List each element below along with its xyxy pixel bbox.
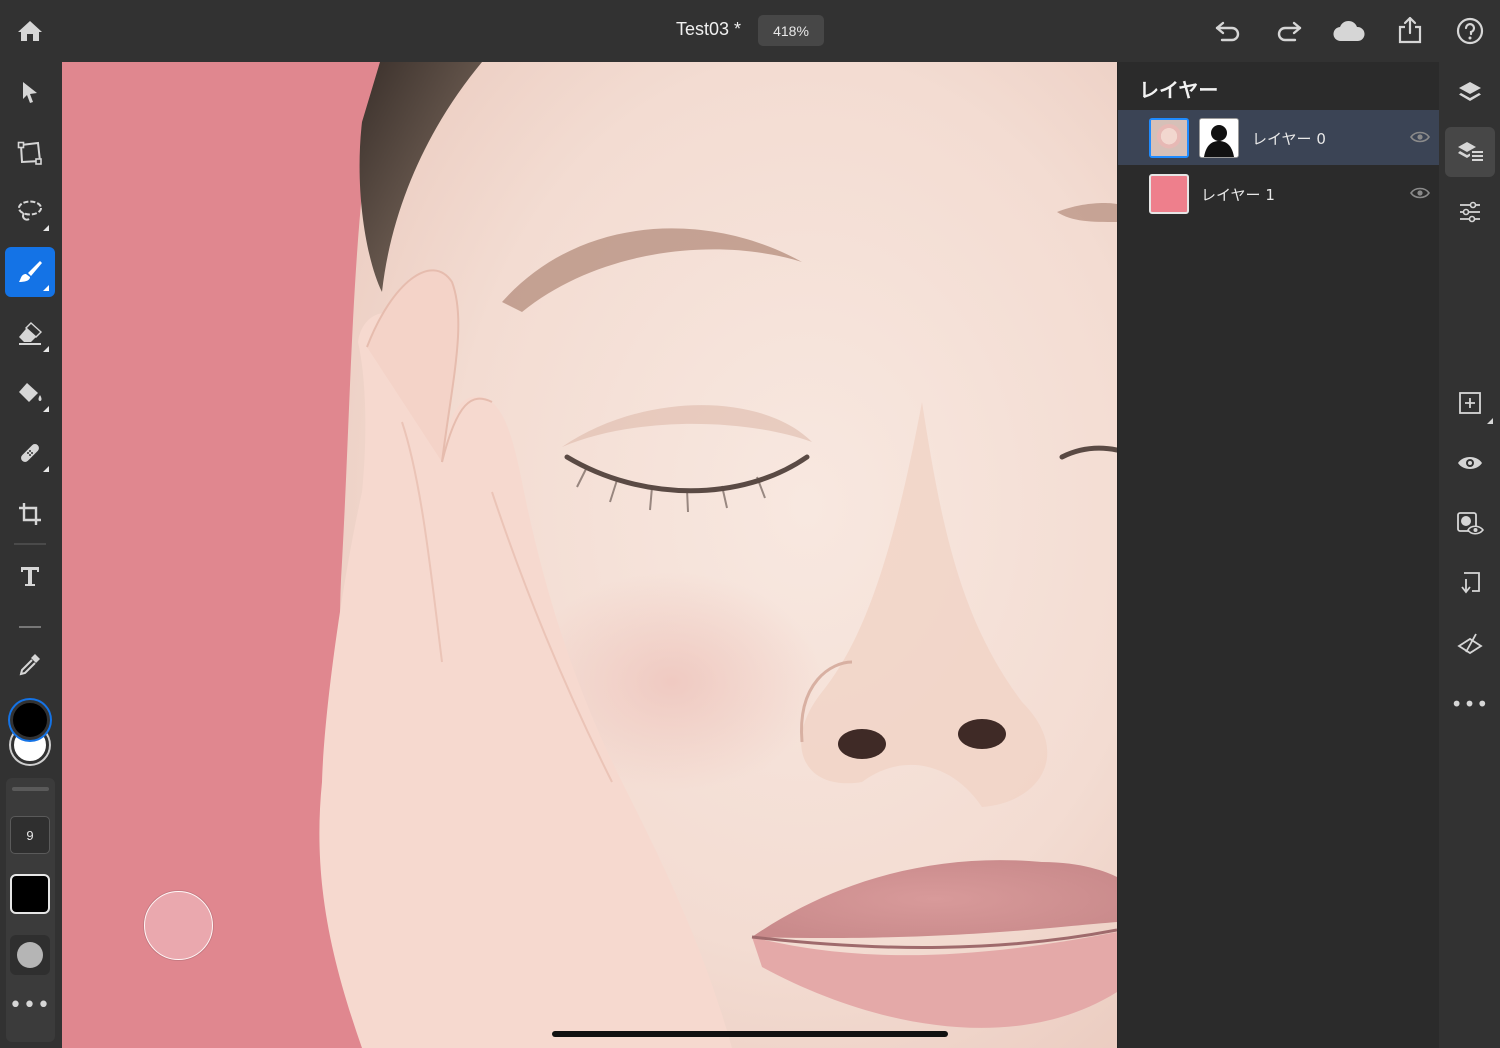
- cloud-icon[interactable]: [1331, 15, 1367, 47]
- zoom-level-badge[interactable]: 418%: [758, 15, 824, 46]
- layer-properties-button[interactable]: [1445, 127, 1495, 177]
- layer-1-thumbnail[interactable]: [1149, 174, 1189, 214]
- adjustments-button[interactable]: [1445, 187, 1495, 237]
- add-layer-button[interactable]: [1445, 378, 1495, 428]
- layer-row-0[interactable]: レイヤー 0: [1118, 110, 1440, 165]
- transform-tool[interactable]: [5, 128, 55, 178]
- tools-divider-partial: [19, 626, 41, 628]
- brush-settings-tray: 9 •••: [6, 778, 55, 1042]
- more-options-button[interactable]: •••: [1445, 679, 1495, 729]
- brush-cursor: [144, 891, 213, 960]
- brush-color-button[interactable]: [10, 874, 50, 914]
- layers-button[interactable]: [1445, 67, 1495, 117]
- layer-0-mask-thumbnail[interactable]: [1199, 118, 1239, 158]
- tray-handle[interactable]: [12, 787, 49, 791]
- eraser-icon: [19, 322, 43, 345]
- layer-0-name: レイヤー 0: [1252, 130, 1326, 148]
- paint-bucket-icon: [19, 383, 42, 402]
- brush-size-value: 9: [26, 827, 34, 843]
- more-icon: •••: [1450, 692, 1490, 716]
- photo-face-image: [319, 62, 1117, 1048]
- right-toolbar: •••: [1439, 62, 1500, 1048]
- visibility-button[interactable]: [1445, 438, 1495, 488]
- brush-hardness-icon: [17, 942, 43, 968]
- share-icon[interactable]: [1394, 13, 1426, 47]
- bandage-icon: [21, 444, 39, 462]
- brush-hardness-button[interactable]: [10, 935, 50, 975]
- arrow-icon: [23, 82, 37, 103]
- brush-tool[interactable]: [5, 247, 55, 297]
- lasso-icon: [18, 200, 42, 221]
- visibility-icon: [1458, 457, 1482, 469]
- document-title: Test03 *: [676, 19, 742, 39]
- fill-tool[interactable]: [5, 368, 55, 418]
- redo-icon[interactable]: [1273, 15, 1305, 47]
- more-tools-icon[interactable]: •••: [9, 990, 50, 1020]
- layer-1-name: レイヤー 1: [1201, 186, 1275, 204]
- healing-tool[interactable]: [5, 428, 55, 478]
- layer-1-visibility-icon[interactable]: [1410, 186, 1430, 200]
- brush-size-field[interactable]: 9: [10, 816, 50, 854]
- brush-icon: [19, 261, 42, 282]
- crop-icon: [19, 503, 41, 525]
- merge-down-button[interactable]: [1445, 559, 1495, 609]
- eyedropper-tool[interactable]: [5, 639, 55, 689]
- canvas[interactable]: [62, 62, 1117, 1048]
- top-bar: Test03 * 418%: [0, 0, 1500, 62]
- layers-panel: レイヤー レイヤー 0 レイヤー 1: [1117, 62, 1440, 1048]
- select-tool[interactable]: [5, 67, 55, 117]
- home-icon[interactable]: [14, 15, 46, 47]
- merge-down-icon: [1461, 572, 1480, 594]
- person-silhouette-icon: [1200, 119, 1238, 157]
- clear-icon: [1457, 633, 1483, 655]
- layers-icon: [1459, 82, 1481, 101]
- adjustments-icon: [1460, 201, 1480, 223]
- tools-divider: [14, 543, 46, 545]
- undo-icon[interactable]: [1212, 15, 1244, 47]
- eraser-tool[interactable]: [5, 308, 55, 358]
- lasso-tool[interactable]: [5, 187, 55, 237]
- eyedropper-icon: [19, 654, 40, 676]
- type-tool[interactable]: [5, 551, 55, 601]
- mask-icon: [1457, 512, 1484, 535]
- clear-layer-button[interactable]: [1445, 619, 1495, 669]
- add-layer-icon: [1459, 392, 1481, 414]
- home-indicator[interactable]: [552, 1031, 948, 1037]
- help-icon[interactable]: [1454, 15, 1486, 47]
- transform-icon: [17, 141, 42, 165]
- layer-0-visibility-icon[interactable]: [1410, 130, 1430, 144]
- tools-toolbar: 9 •••: [0, 62, 62, 1048]
- primary-color-swatch[interactable]: [10, 700, 50, 740]
- layer-0-thumbnail[interactable]: [1149, 118, 1189, 158]
- layer-properties-icon: [1458, 142, 1483, 161]
- mask-button[interactable]: [1445, 499, 1495, 549]
- layer-row-1[interactable]: レイヤー 1: [1118, 166, 1440, 221]
- crop-tool[interactable]: [5, 489, 55, 539]
- layers-panel-title: レイヤー: [1139, 78, 1219, 102]
- type-icon: [21, 567, 39, 586]
